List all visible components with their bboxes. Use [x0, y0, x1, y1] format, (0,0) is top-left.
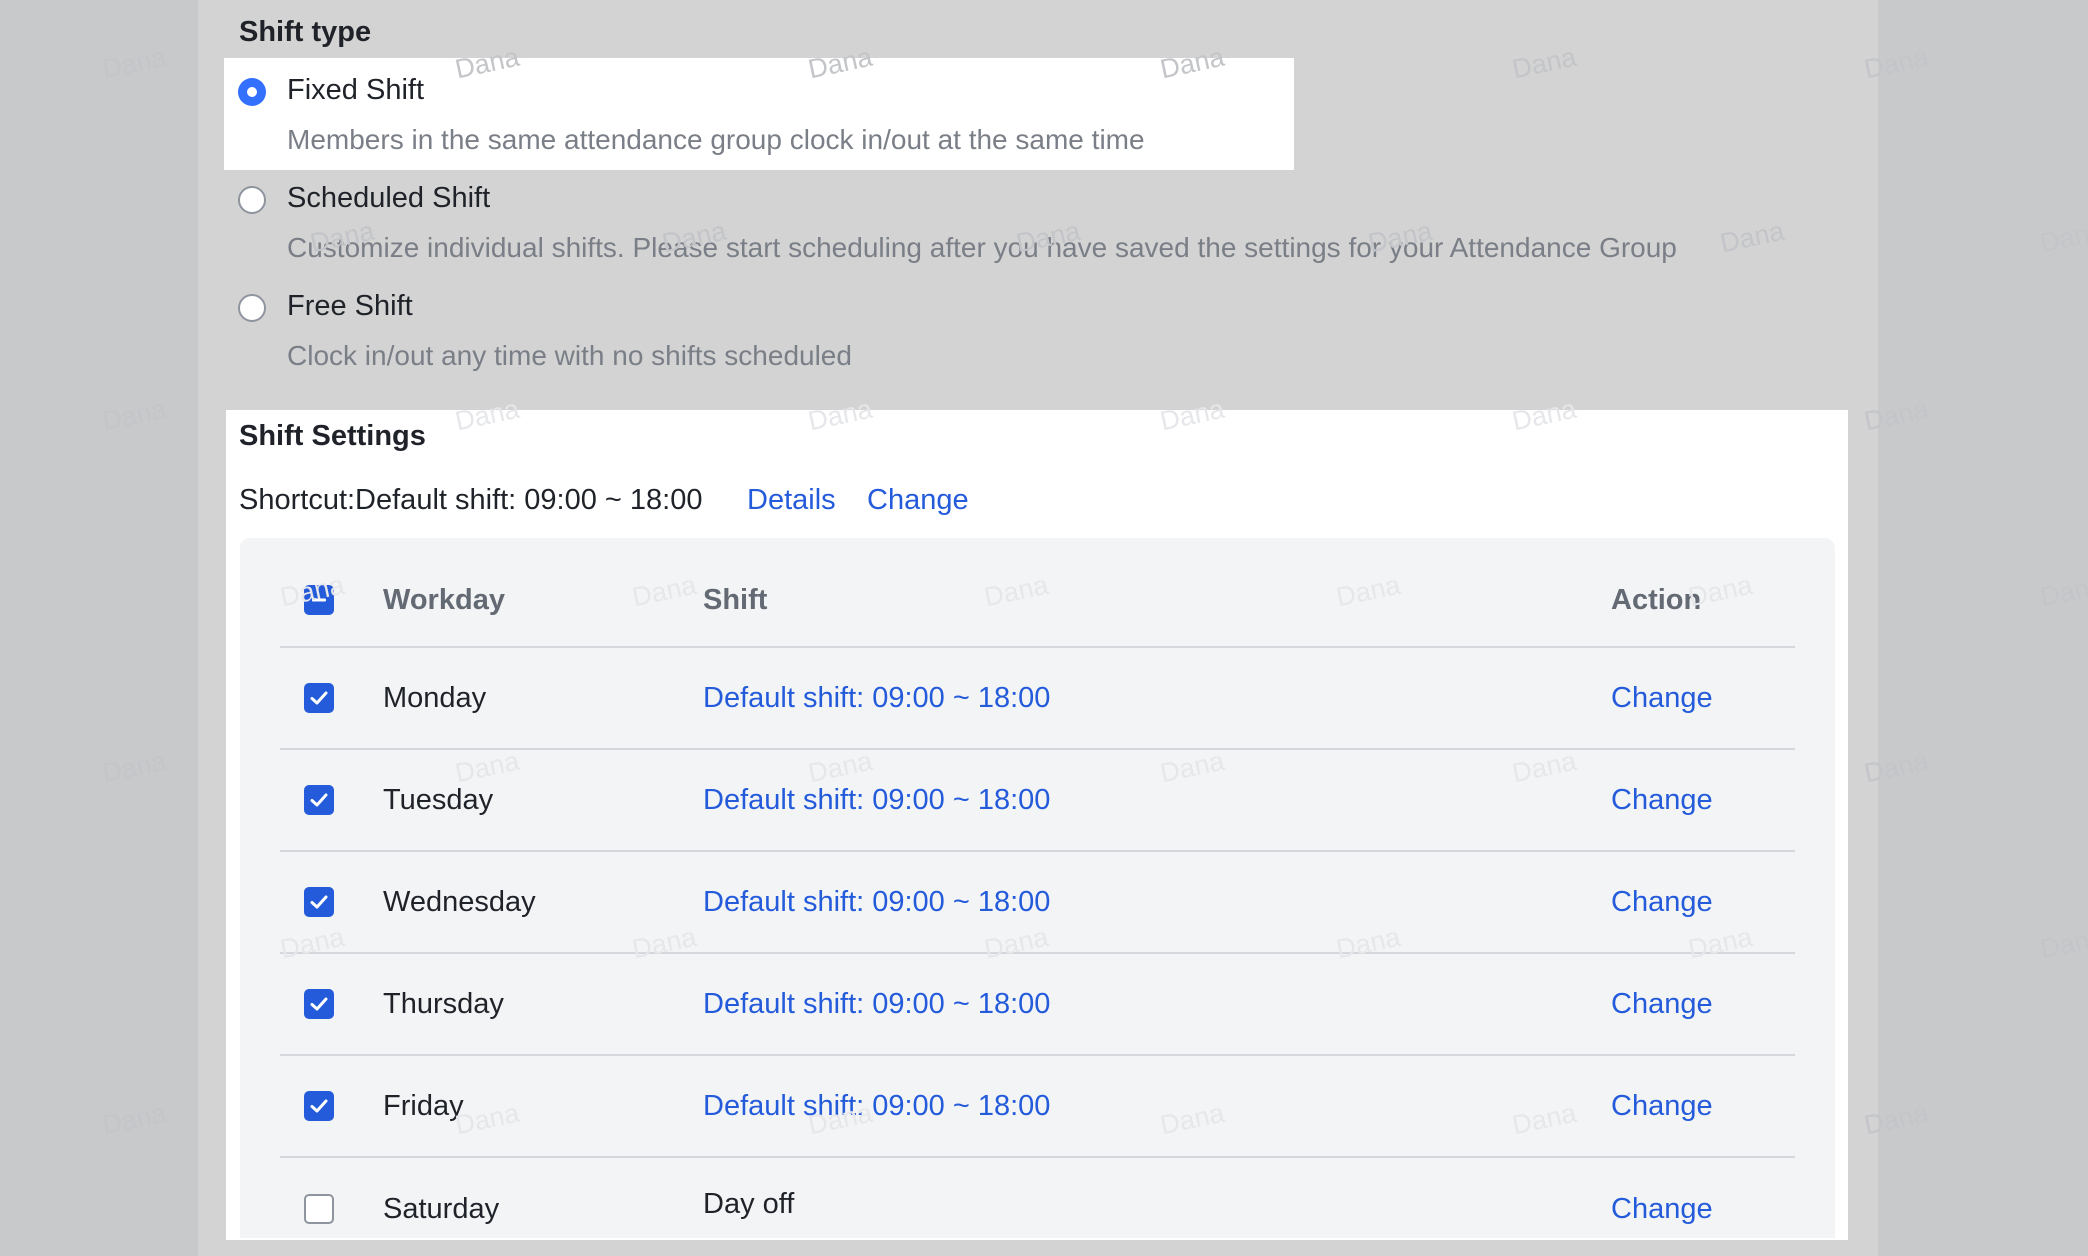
checkbox-saturday[interactable]	[304, 1194, 334, 1224]
shift-settings-title: Shift Settings	[239, 420, 426, 452]
watermark-text: Dana	[99, 41, 169, 85]
shift-link-monday[interactable]: Default shift: 09:00 ~ 18:00	[703, 682, 1050, 715]
radio-free-shift[interactable]	[238, 294, 266, 322]
checkbox-tuesday[interactable]	[304, 785, 334, 815]
free-shift-label[interactable]: Free Shift	[287, 290, 413, 323]
watermark-text: Dana	[2037, 215, 2088, 259]
checkbox-monday[interactable]	[304, 683, 334, 713]
shortcut-text: Shortcut:Default shift: 09:00 ~ 18:00	[239, 484, 703, 516]
checkmark-icon	[310, 997, 328, 1011]
change-link-saturday[interactable]: Change	[1611, 1193, 1713, 1226]
change-shortcut-link[interactable]: Change	[867, 484, 969, 517]
row-divider	[280, 850, 1795, 852]
scheduled-shift-description: Customize individual shifts. Please star…	[287, 232, 1677, 263]
checkbox-wednesday[interactable]	[304, 887, 334, 917]
row-divider	[280, 748, 1795, 750]
scheduled-shift-label[interactable]: Scheduled Shift	[287, 182, 490, 215]
watermark-text: Dana	[99, 393, 169, 437]
checkmark-icon	[310, 1099, 328, 1113]
fixed-shift-label[interactable]: Fixed Shift	[287, 74, 424, 107]
bottom-edge	[198, 1240, 1878, 1256]
checkbox-friday[interactable]	[304, 1091, 334, 1121]
select-all-checkbox[interactable]	[304, 585, 334, 615]
watermark-text: Dana	[99, 1097, 169, 1141]
row-divider	[280, 1156, 1795, 1158]
details-link[interactable]: Details	[747, 484, 836, 517]
shift-link-thursday[interactable]: Default shift: 09:00 ~ 18:00	[703, 988, 1050, 1021]
change-link-monday[interactable]: Change	[1611, 682, 1713, 715]
shift-saturday: Day off	[703, 1188, 795, 1220]
minus-icon	[312, 598, 326, 602]
fixed-shift-description: Members in the same attendance group clo…	[287, 124, 1145, 155]
checkmark-icon	[310, 895, 328, 909]
workday-saturday: Saturday	[383, 1193, 500, 1225]
radio-scheduled-shift[interactable]	[238, 186, 266, 214]
change-link-thursday[interactable]: Change	[1611, 988, 1713, 1021]
change-link-friday[interactable]: Change	[1611, 1090, 1713, 1123]
workday-tuesday: Tuesday	[383, 784, 494, 816]
shift-link-friday[interactable]: Default shift: 09:00 ~ 18:00	[703, 1090, 1050, 1123]
header-action: Action	[1611, 584, 1702, 616]
workday-monday: Monday	[383, 682, 487, 714]
radio-fixed-shift[interactable]	[238, 78, 266, 106]
free-shift-description: Clock in/out any time with no shifts sch…	[287, 340, 852, 371]
checkmark-icon	[310, 691, 328, 705]
change-link-tuesday[interactable]: Change	[1611, 784, 1713, 817]
watermark-text: Dana	[99, 745, 169, 789]
watermark-text: Dana	[2037, 921, 2088, 965]
header-shift: Shift	[703, 584, 768, 616]
shift-link-tuesday[interactable]: Default shift: 09:00 ~ 18:00	[703, 784, 1050, 817]
workday-wednesday: Wednesday	[383, 886, 536, 918]
workday-thursday: Thursday	[383, 988, 504, 1020]
checkmark-icon	[310, 793, 328, 807]
workday-friday: Friday	[383, 1090, 464, 1122]
checkbox-thursday[interactable]	[304, 989, 334, 1019]
header-workday: Workday	[383, 584, 505, 616]
row-divider	[280, 952, 1795, 954]
shift-type-title: Shift type	[239, 16, 372, 48]
row-divider	[280, 1054, 1795, 1056]
shift-link-wednesday[interactable]: Default shift: 09:00 ~ 18:00	[703, 886, 1050, 919]
watermark-text: Dana	[2037, 569, 2088, 613]
change-link-wednesday[interactable]: Change	[1611, 886, 1713, 919]
